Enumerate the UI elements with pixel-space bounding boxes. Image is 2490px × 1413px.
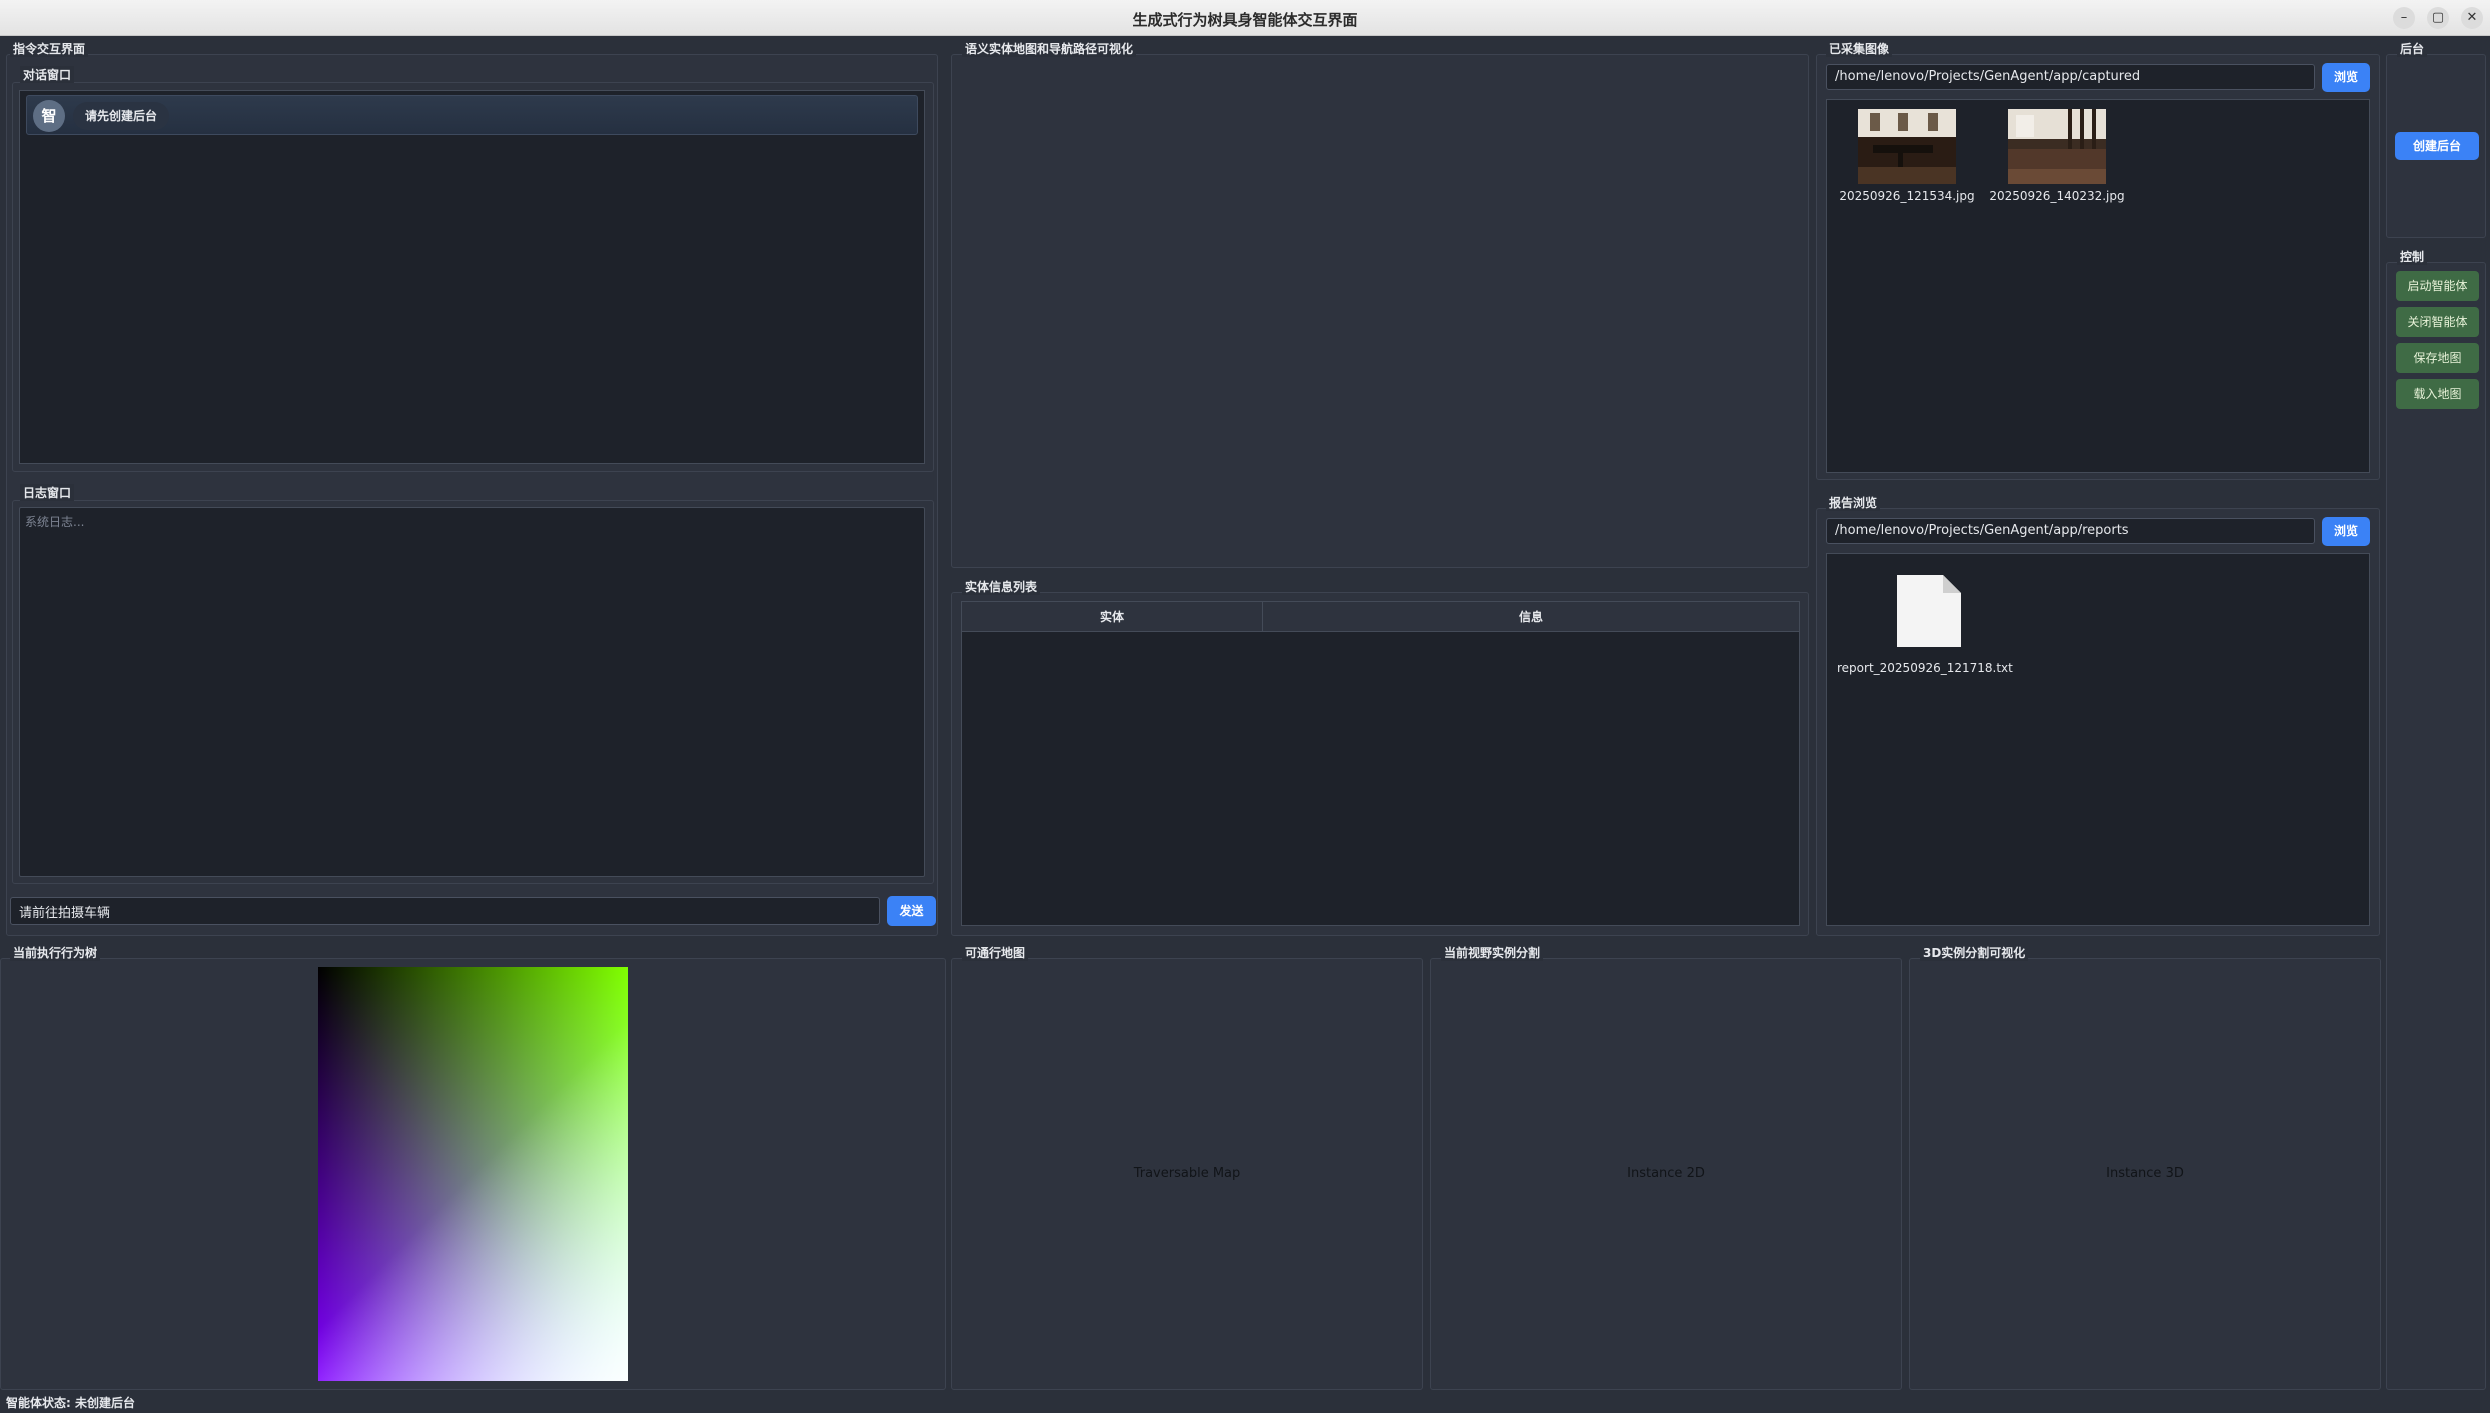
entity-column-header[interactable]: 实体 (962, 602, 1263, 632)
room-photo-1 (1858, 109, 1956, 184)
system-log-placeholder: 系统日志... (25, 515, 85, 529)
entity-table[interactable]: 实体 信息 (961, 601, 1800, 926)
captured-path-input[interactable] (1826, 64, 2315, 90)
instruction-panel-title: 指令交互界面 (10, 40, 89, 57)
captured-images-title: 已采集图像 (1826, 40, 1893, 57)
control-panel (2386, 262, 2486, 1390)
captured-thumbnail-2[interactable] (2008, 109, 2106, 184)
chat-message: 智 请先创建后台 (26, 95, 918, 135)
instance-2d-placeholder: Instance 2D (1627, 1166, 1705, 1181)
stop-agent-button[interactable]: 关闭智能体 (2396, 307, 2479, 337)
reports-title: 报告浏览 (1826, 494, 1881, 511)
instance-3d-placeholder: Instance 3D (2106, 1166, 2184, 1181)
captured-images-grid[interactable]: 20250926_121534.jpg 20250926_140232.jpg (1826, 99, 2370, 473)
behavior-tree-canvas[interactable] (318, 967, 628, 1381)
captured-filename-1: 20250926_121534.jpg (1839, 189, 1975, 203)
log-window-title: 日志窗口 (20, 484, 75, 501)
window-title: 生成式行为树具身智能体交互界面 (1132, 11, 1358, 29)
status-bar: 智能体状态: 未创建后台 (0, 1393, 2490, 1413)
agent-status-text: 智能体状态: 未创建后台 (6, 1396, 135, 1410)
agent-avatar: 智 (33, 100, 65, 132)
instance-2d-title: 当前视野实例分割 (1441, 944, 1544, 961)
entity-list-title: 实体信息列表 (962, 578, 1041, 595)
control-title: 控制 (2397, 248, 2428, 265)
captured-filename-2: 20250926_140232.jpg (1989, 189, 2125, 203)
chat-message-text: 请先创建后台 (73, 102, 170, 130)
info-column-header[interactable]: 信息 (1263, 602, 1799, 632)
reports-browse-button[interactable]: 浏览 (2322, 517, 2370, 546)
send-button[interactable]: 发送 (887, 896, 936, 926)
reports-grid[interactable]: report_20250926_121718.txt (1826, 553, 2370, 926)
report-filename-1: report_20250926_121718.txt (1837, 661, 2013, 675)
captured-browse-button[interactable]: 浏览 (2322, 63, 2370, 92)
start-agent-button[interactable]: 启动智能体 (2396, 271, 2479, 301)
close-button[interactable]: ✕ (2461, 7, 2483, 29)
semantic-map-title: 语义实体地图和导航路径可视化 (962, 40, 1137, 57)
chat-history[interactable] (19, 90, 925, 464)
maximize-button[interactable]: ▢ (2427, 7, 2449, 29)
captured-thumbnail-1[interactable] (1858, 109, 1956, 184)
instance-3d-title: 3D实例分割可视化 (1920, 944, 2029, 961)
reports-path-input[interactable] (1826, 518, 2315, 544)
command-input[interactable] (10, 897, 880, 925)
window-titlebar: 生成式行为树具身智能体交互界面 – ▢ ✕ (0, 0, 2490, 36)
text-file-icon[interactable] (1897, 575, 1961, 647)
dialog-window-title: 对话窗口 (20, 66, 75, 83)
traversable-map-placeholder: Traversable Map (1133, 1166, 1241, 1181)
backend-title: 后台 (2397, 40, 2428, 57)
semantic-map-panel (951, 54, 1809, 568)
behavior-tree-title: 当前执行行为树 (10, 944, 101, 961)
save-map-button[interactable]: 保存地图 (2396, 343, 2479, 373)
create-backend-button[interactable]: 创建后台 (2395, 132, 2479, 160)
minimize-button[interactable]: – (2393, 7, 2415, 29)
room-photo-2 (2008, 109, 2106, 184)
system-log[interactable]: 系统日志... (19, 507, 925, 877)
load-map-button[interactable]: 载入地图 (2396, 379, 2479, 409)
traversable-map-title: 可通行地图 (962, 944, 1029, 961)
